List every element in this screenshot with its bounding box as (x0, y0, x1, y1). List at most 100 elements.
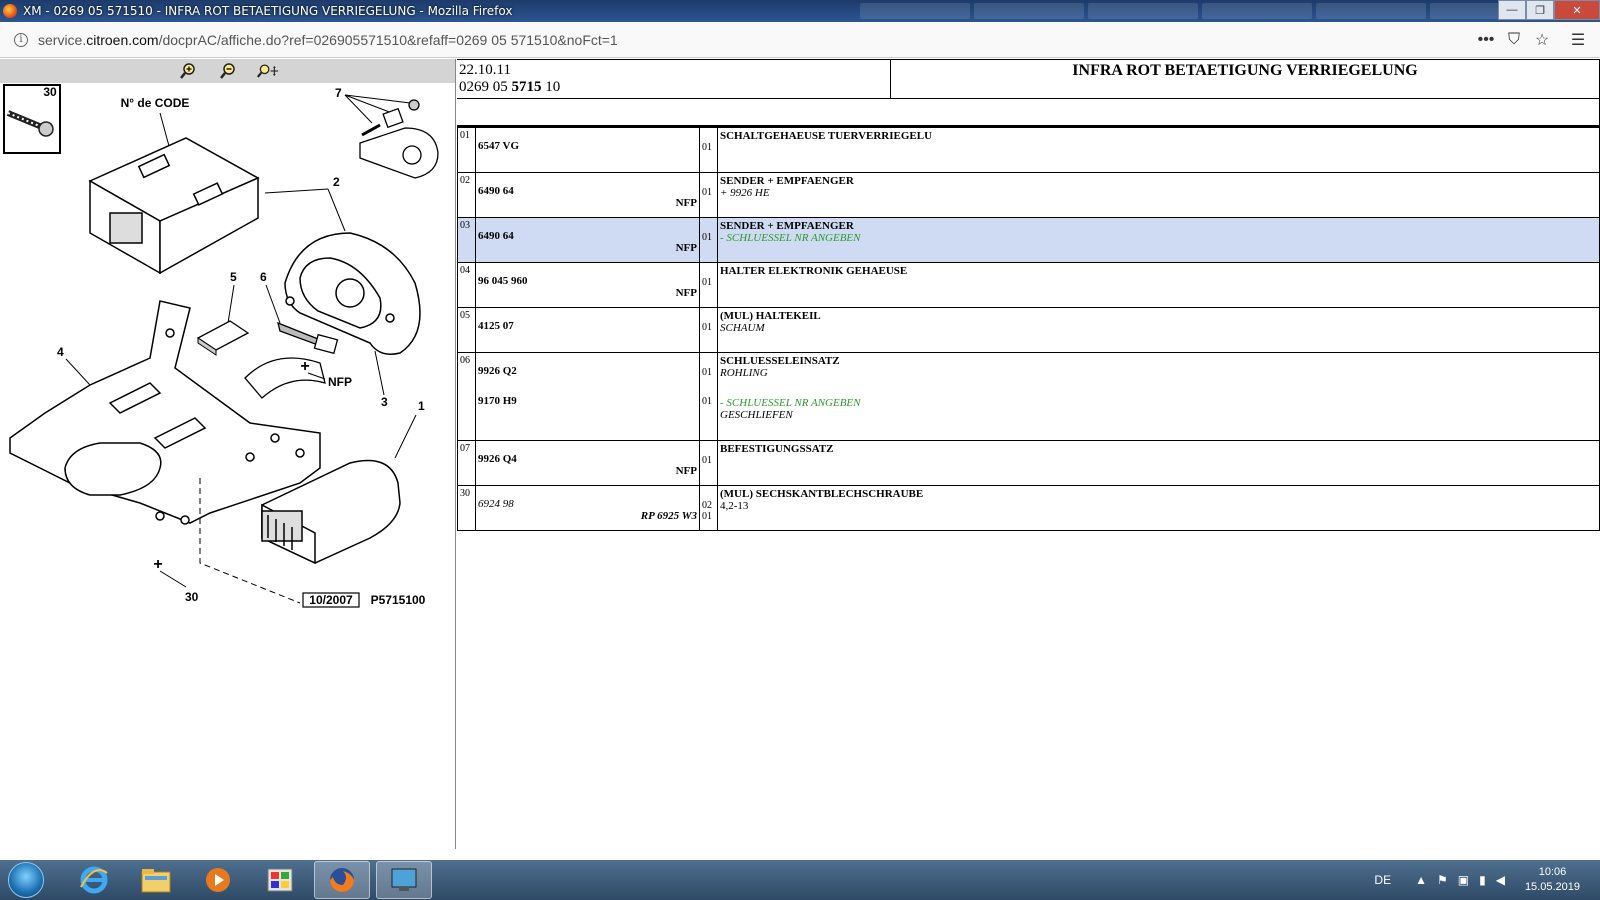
info-icon[interactable]: i (14, 32, 28, 47)
start-button[interactable] (8, 862, 44, 898)
device-icon[interactable]: ▣ (1458, 873, 1469, 887)
restore-button[interactable]: ❐ (1526, 0, 1554, 20)
firefox-taskbar-icon[interactable] (314, 861, 370, 899)
clock[interactable]: 10:06 15.05.2019 (1525, 865, 1580, 895)
page-actions-icon[interactable]: ••• (1472, 31, 1500, 49)
pan-zoom-icon[interactable] (256, 62, 279, 80)
quantity-cell: 01 01 (699, 352, 718, 441)
plate-code: P5715100 (371, 593, 426, 607)
position-cell: 30 (457, 485, 476, 531)
parts-table-row[interactable]: 30 6924 98 RP 6925 W3 02 01 (MUL) SECHSKANTBL… (457, 485, 1600, 531)
callout-5: 5 (230, 270, 237, 284)
nfp-marker: RP 6925 W3 (640, 510, 697, 522)
part-title: (MUL) SECHSKANTBLECHSCHRAUBE (720, 488, 924, 500)
description-cell: (MUL) SECHSKANTBLECHSCHRAUBE 4,2-13 (717, 485, 1600, 531)
reference-cell: 6490 64 NFP (475, 172, 700, 218)
parts-table-row[interactable]: 01 6547 VG 01 SCHALTGEHAEUSE TUERVERRIEGELU (457, 127, 1600, 173)
part-note: ROHLING (720, 367, 768, 379)
file-explorer-icon[interactable] (128, 861, 184, 899)
callout-30: 30 (185, 590, 199, 604)
diagram-pane: 30 N° de CODE 2 7 3 5 6 + NFP 4 1 + 30 1… (0, 59, 456, 849)
reference-cell: 6490 64 NFP (475, 217, 700, 263)
reference-cell: 9926 Q4 NFP (475, 440, 700, 486)
background-window-tab (860, 3, 970, 19)
url-field[interactable]: service.citroen.com/docprAC/affiche.do?r… (38, 32, 1472, 48)
reference-cell: 9926 Q2 9170 H9 (475, 352, 700, 441)
callout-1: 1 (418, 399, 425, 413)
clock-time: 10:06 (1538, 866, 1567, 878)
parts-table-row[interactable]: 02 6490 64 NFP 01 SENDER + EMPFAENGER + 9926 … (457, 172, 1600, 218)
part-7-key (359, 99, 439, 179)
part-reference: 6547 VG (478, 140, 520, 152)
pocket-icon[interactable]: ⛉ (1500, 31, 1528, 49)
part-reference: 9926 Q2 (478, 365, 517, 377)
address-bar: i service.citroen.com/docprAC/affiche.do… (0, 22, 1600, 58)
part-reference: 6490 64 (478, 185, 514, 197)
part-note: - SCHLUESSEL NR ANGEBEN (720, 232, 861, 244)
app-window-icon[interactable] (376, 861, 432, 899)
close-button[interactable]: ✕ (1554, 0, 1600, 20)
part-note: SCHAUM (720, 322, 765, 334)
quantity-cell: 01 (699, 440, 718, 486)
part-reference: 4125 07 (478, 320, 514, 332)
part-quantity: 01 (702, 455, 712, 466)
part-note: 4,2-13 (720, 500, 749, 512)
callout-4: 4 (57, 345, 64, 359)
media-player-icon[interactable] (190, 861, 246, 899)
internet-explorer-icon[interactable] (66, 861, 122, 899)
part-title: BEFESTIGUNGSSATZ (720, 443, 834, 455)
parts-table-row[interactable]: 06 9926 Q2 9170 H9 01 01 SCHLUESSELEINSATZ ROH… (457, 352, 1600, 441)
system-tray: DE ▲ ⚑ ▣ ▮ ◀ 10:06 15.05.2019 (1374, 860, 1580, 900)
page-title: INFRA ROT BETAETIGUNG VERRIEGELUNG (1072, 62, 1418, 79)
action-center-icon[interactable]: ⚑ (1437, 873, 1448, 887)
quantity-cell: 01 (699, 307, 718, 353)
position-cell: 03 (457, 217, 476, 263)
nfp-marker: NFP (675, 287, 697, 299)
part-note: - SCHLUESSEL NR ANGEBEN (720, 397, 861, 409)
position-cell: 07 (457, 440, 476, 486)
background-windows (860, 3, 1540, 19)
part-2-control-box (88, 137, 260, 275)
volume-icon[interactable]: ◀ (1496, 873, 1505, 887)
description-cell: SENDER + EMPFAENGER + 9926 HE (717, 172, 1600, 218)
zoom-out-icon[interactable] (217, 62, 239, 80)
control-panel-icon[interactable] (252, 861, 308, 899)
description-cell: SENDER + EMPFAENGER - SCHLUESSEL NR ANGEB… (717, 217, 1600, 263)
window-title-bar[interactable]: XM - 0269 05 571510 - INFRA ROT BETAETIG… (0, 0, 1600, 22)
language-indicator[interactable]: DE (1374, 873, 1391, 887)
part-quantity: 01 (702, 187, 712, 198)
part-quantity: 01 (702, 277, 712, 288)
part-title: SCHALTGEHAEUSE TUERVERRIEGELU (720, 130, 933, 142)
description-cell: BEFESTIGUNGSSATZ (717, 440, 1600, 486)
windows-taskbar: DE ▲ ⚑ ▣ ▮ ◀ 10:06 15.05.2019 (0, 860, 1600, 900)
parts-table-row[interactable]: 07 9926 Q4 NFP 01 BEFESTIGUNGSSATZ (457, 440, 1600, 486)
part-quantity: 02 (702, 500, 712, 511)
plus-symbol-30: + (153, 556, 162, 573)
parts-table-row[interactable]: 03 6490 64 NFP 01 SENDER + EMPFAENGER - SCHLU… (457, 217, 1600, 263)
part-quantity: 01 (702, 367, 712, 378)
header-reference: 0269 05 5715 10 (459, 79, 561, 95)
part-bracket (244, 357, 326, 399)
part-note: + 9926 HE (720, 187, 770, 199)
zoom-toolbar (0, 59, 455, 83)
part-title: SENDER + EMPFAENGER (720, 175, 854, 187)
tray-expand-icon[interactable]: ▲ (1415, 873, 1427, 887)
part-reference: 6924 98 (478, 498, 514, 510)
quantity-cell: 01 (699, 217, 718, 263)
parts-table-row[interactable]: 04 96 045 960 NFP 01 HALTER ELEKTRONIK GEHAE… (457, 262, 1600, 308)
bookmark-star-icon[interactable]: ☆ (1528, 30, 1556, 50)
zoom-in-icon[interactable] (177, 62, 199, 80)
part-quantity: 01 (702, 322, 712, 333)
part-quantity: 01 (702, 232, 712, 243)
part-reference: 9170 H9 (478, 395, 517, 407)
minimize-button[interactable]: — (1498, 0, 1526, 20)
window-title: XM - 0269 05 571510 - INFRA ROT BETAETIG… (23, 4, 513, 18)
parts-header: 22.10.11 0269 05 5715 10 INFRA ROT BETAE… (457, 59, 1600, 99)
parts-table-row[interactable]: 05 4125 07 01 (MUL) HALTEKEIL SCHAUM (457, 307, 1600, 353)
nfp-label: NFP (328, 375, 352, 389)
firefox-logo-icon (3, 4, 17, 18)
plus-symbol: + (300, 358, 309, 375)
menu-icon[interactable]: ☰ (1564, 30, 1592, 50)
network-icon[interactable]: ▮ (1479, 873, 1486, 887)
part-note: GESCHLIEFEN (720, 409, 793, 421)
